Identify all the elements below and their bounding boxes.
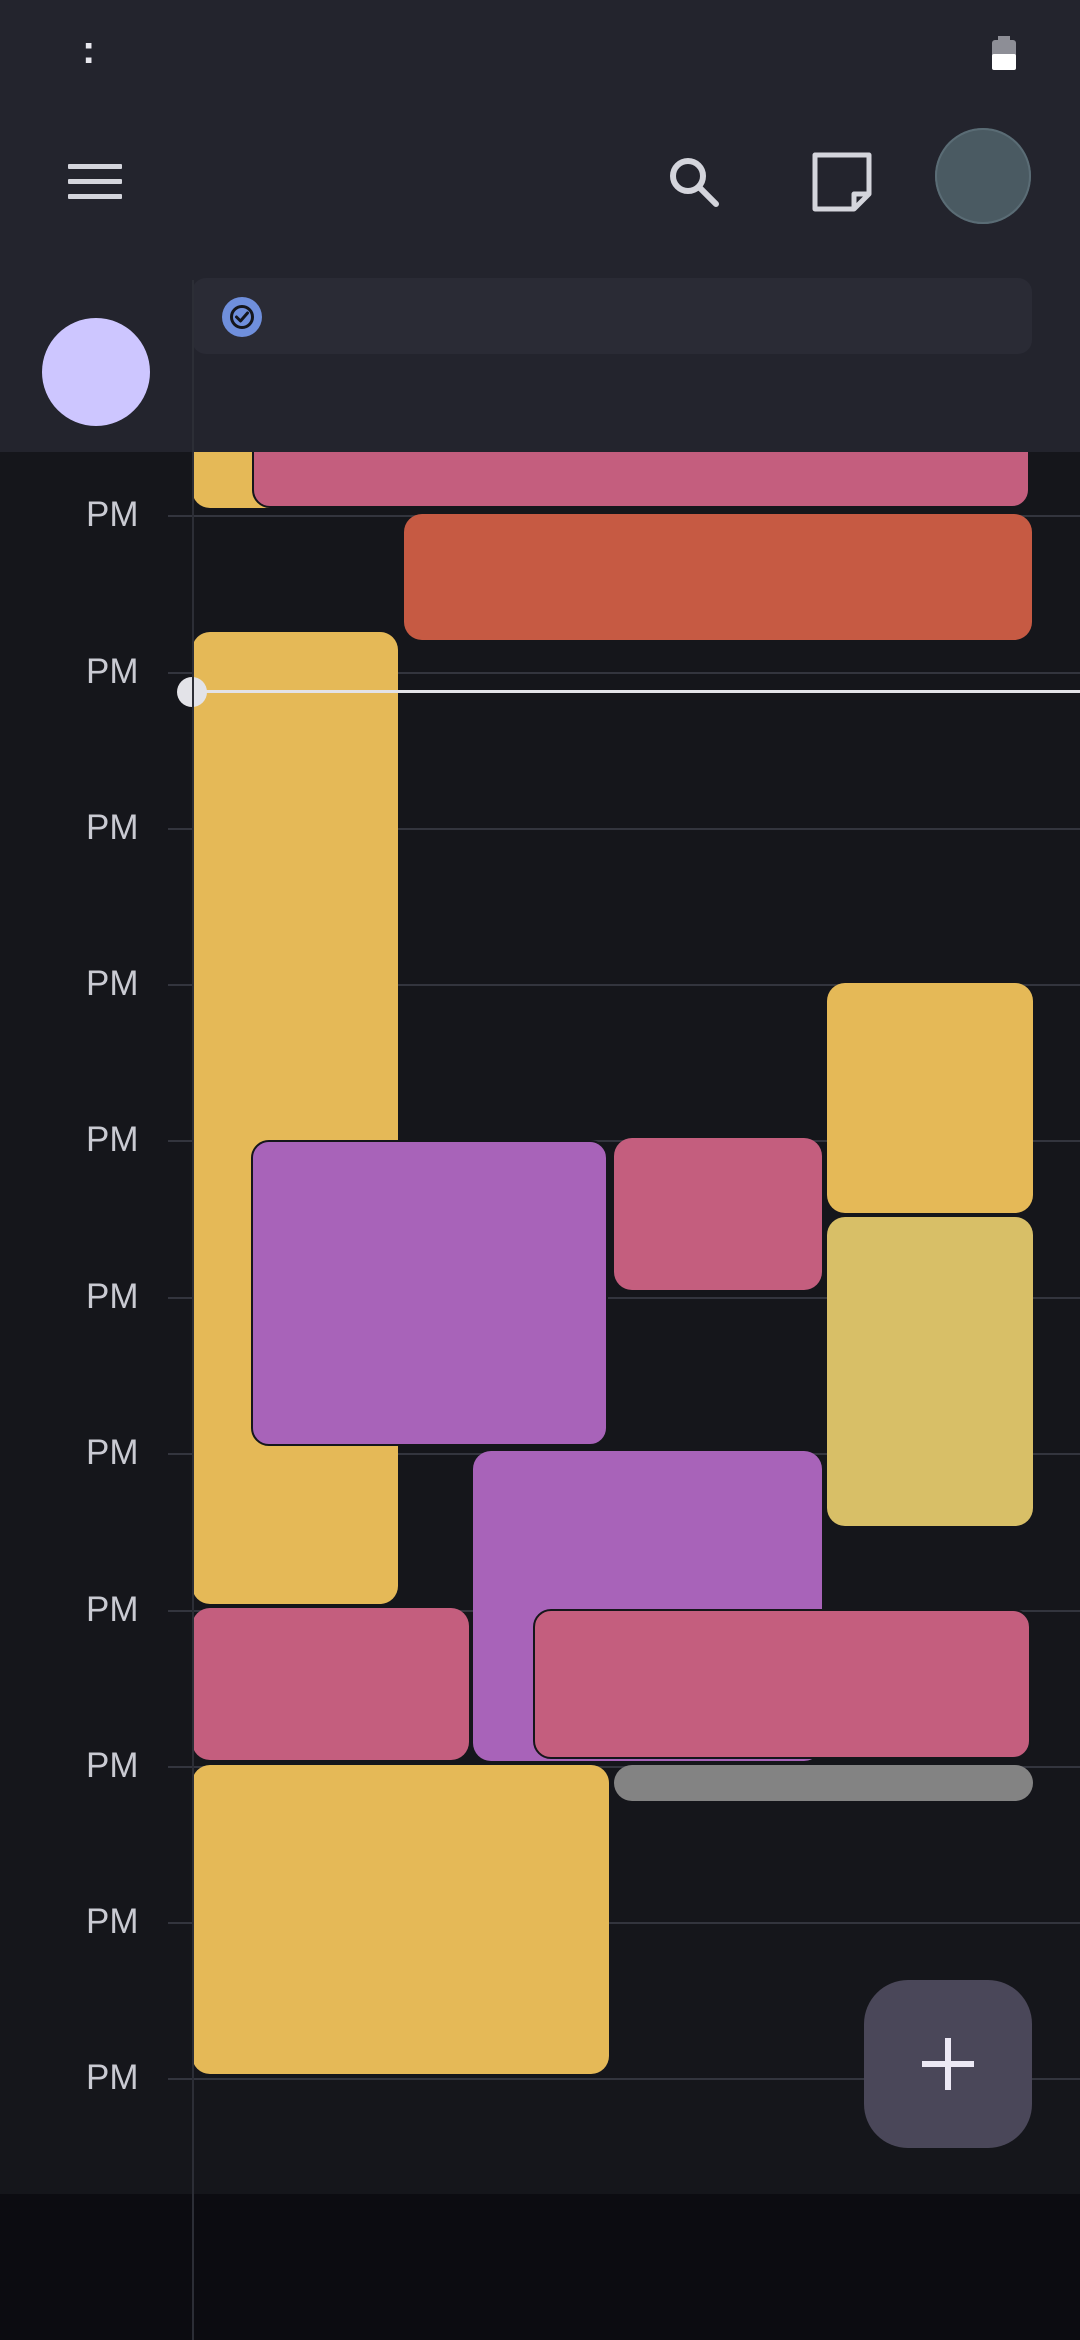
hour-label: PM — [86, 495, 139, 534]
hour-label: PM — [86, 1120, 139, 1159]
hour-label: PM — [86, 2058, 139, 2097]
hour-label: PM — [86, 1746, 139, 1785]
hour-label: PM — [86, 1277, 139, 1316]
search-button[interactable] — [654, 142, 734, 222]
calendar-event[interactable] — [404, 514, 1032, 640]
status-bar: : — [0, 0, 1080, 110]
hour-label: PM — [86, 1902, 139, 1941]
calendar-event[interactable] — [192, 1608, 469, 1760]
account-avatar[interactable] — [935, 128, 1031, 224]
app-bar — [0, 110, 1080, 452]
current-time-line — [192, 690, 1080, 693]
bottom-navigation-area — [0, 2194, 1080, 2340]
menu-button[interactable] — [56, 142, 136, 222]
calendar-event[interactable] — [192, 632, 398, 1604]
calendar-event[interactable] — [827, 983, 1033, 1213]
hamburger-menu-icon — [68, 164, 122, 199]
calendar-event[interactable] — [533, 1609, 1031, 1759]
timeline-vertical-rule — [192, 280, 194, 2340]
all-day-events-bar[interactable] — [192, 278, 1032, 354]
hour-label: PM — [86, 964, 139, 1003]
calendar-event[interactable] — [192, 1765, 609, 2074]
hour-label: PM — [86, 1433, 139, 1472]
search-icon — [670, 158, 719, 207]
task-check-icon — [222, 297, 262, 337]
battery-icon — [992, 36, 1016, 70]
tasks-note-icon — [812, 152, 872, 212]
plus-icon — [922, 2038, 974, 2090]
create-event-fab[interactable] — [864, 1980, 1032, 2148]
calendar-event[interactable] — [827, 1217, 1033, 1526]
hour-label: PM — [86, 808, 139, 847]
day-timegrid: PM PM PM PM PM PM PM PM PM PM PM — [0, 412, 1080, 2194]
status-time: : — [82, 28, 98, 72]
tasks-button[interactable] — [800, 140, 884, 224]
hour-label: PM — [86, 652, 139, 691]
hour-label: PM — [86, 1590, 139, 1629]
calendar-event[interactable] — [614, 1765, 1033, 1801]
calendar-day-screen: : PM PM PM PM PM PM PM PM PM PM PM — [0, 0, 1080, 2340]
calendar-event[interactable] — [251, 1140, 608, 1446]
calendar-event[interactable] — [614, 1138, 822, 1290]
day-avatar[interactable] — [42, 318, 150, 426]
